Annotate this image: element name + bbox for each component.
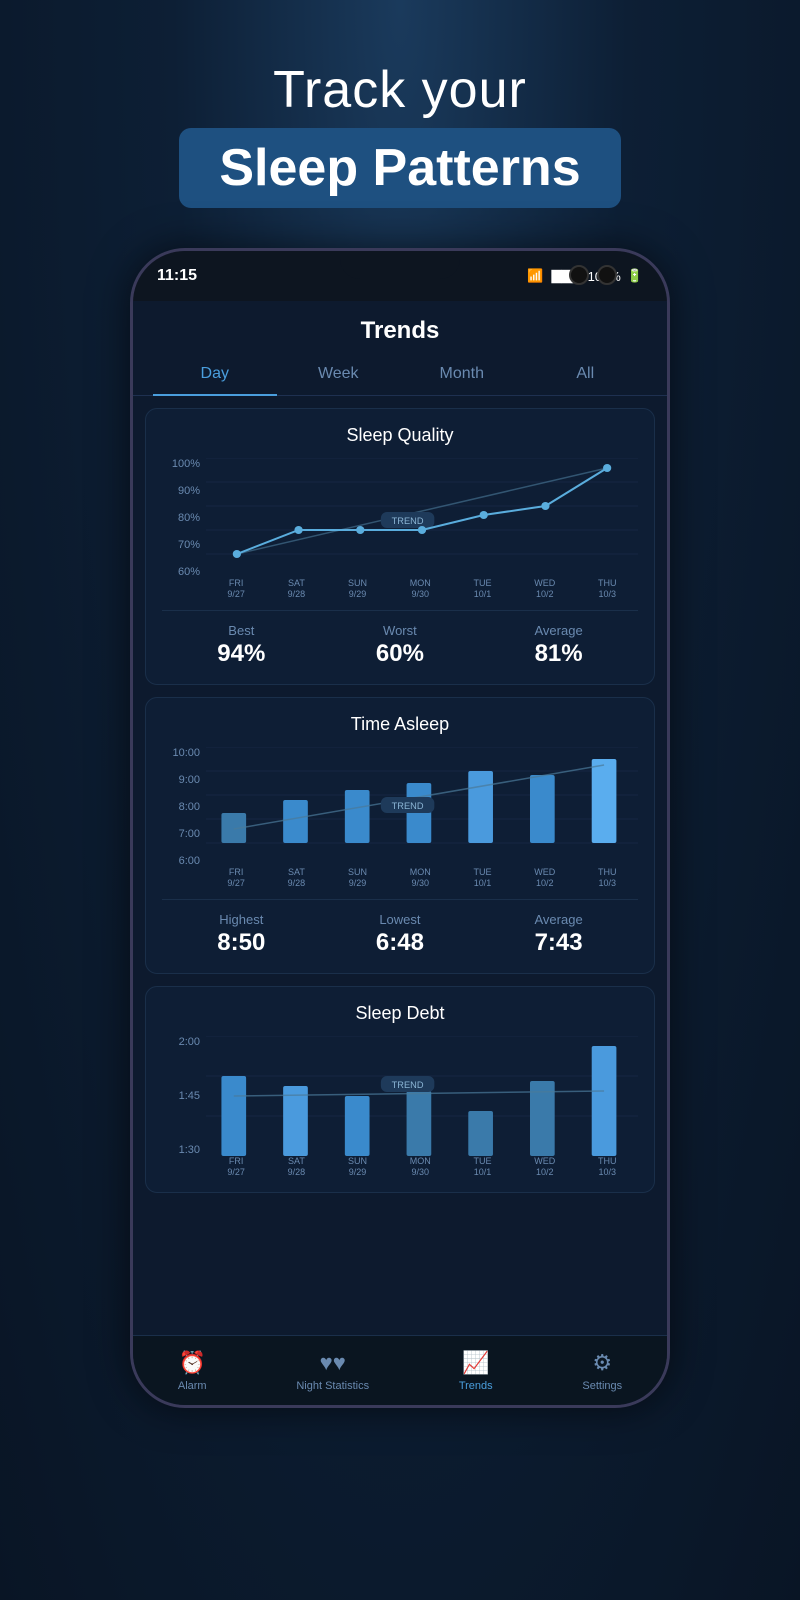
sleep-debt-svg: TREND: [206, 1036, 638, 1156]
hero-line2: Sleep Patterns: [219, 139, 580, 197]
sleep-debt-chart: 2:00 1:45 1:30: [162, 1036, 638, 1176]
stat-best: Best 94%: [217, 623, 265, 668]
time-asleep-x-axis: FRI9/27 SAT9/28 SUN9/29 MON9/30 TUE10/1 …: [206, 867, 638, 887]
sleep-quality-y-axis: 100% 90% 80% 70% 60%: [162, 458, 206, 578]
battery-icon: 🔋: [627, 268, 643, 284]
sleep-quality-chart: 100% 90% 80% 70% 60%: [162, 458, 638, 598]
stat-average-time: Average 7:43: [535, 912, 583, 957]
nav-settings[interactable]: ⚙ Settings: [582, 1350, 622, 1392]
camera-right: [597, 265, 617, 285]
nav-alarm-label: Alarm: [178, 1380, 207, 1392]
time-asleep-chart-area: TREND: [206, 747, 638, 867]
nav-settings-label: Settings: [582, 1380, 622, 1392]
tab-month[interactable]: Month: [400, 353, 524, 395]
tab-all[interactable]: All: [524, 353, 648, 395]
sleep-debt-chart-area: TREND: [206, 1036, 638, 1156]
tabs-bar: Day Week Month All: [133, 353, 667, 396]
svg-text:TREND: TREND: [392, 516, 424, 526]
app-title: Trends: [133, 301, 667, 353]
nav-trends[interactable]: 📈 Trends: [459, 1350, 493, 1392]
alarm-icon: ⏰: [179, 1350, 206, 1376]
settings-icon: ⚙: [592, 1350, 612, 1376]
sleep-debt-title: Sleep Debt: [162, 1003, 638, 1024]
stat-highest: Highest 8:50: [217, 912, 265, 957]
hero-line2-box: Sleep Patterns: [179, 128, 620, 208]
time-asleep-y-axis: 10:00 9:00 8:00 7:00 6:00: [162, 747, 206, 867]
sleep-quality-title: Sleep Quality: [162, 425, 638, 446]
app-content[interactable]: Trends Day Week Month All Sleep Quality …: [133, 301, 667, 1405]
bar-chart-icon: ♥♥: [320, 1350, 346, 1376]
bottom-nav: ⏰ Alarm ♥♥ Night Statistics 📈 Trends ⚙ S…: [133, 1335, 667, 1405]
phone-notch: [340, 251, 460, 279]
sleep-quality-stats: Best 94% Worst 60% Average 81%: [162, 610, 638, 668]
time-asleep-title: Time Asleep: [162, 714, 638, 735]
stat-lowest: Lowest 6:48: [376, 912, 424, 957]
hero-section: Track your Sleep Patterns: [179, 0, 620, 208]
sleep-quality-svg: TREND: [206, 458, 638, 578]
tab-week[interactable]: Week: [277, 353, 401, 395]
camera-left: [569, 265, 589, 285]
sleep-debt-x-axis: FRI9/27 SAT9/28 SUN9/29 MON9/30 TUE10/1 …: [206, 1156, 638, 1176]
nav-night-stats-label: Night Statistics: [296, 1380, 369, 1392]
svg-text:TREND: TREND: [392, 1080, 424, 1090]
stat-worst: Worst 60%: [376, 623, 424, 668]
time-asleep-card: Time Asleep 10:00 9:00 8:00 7:00 6:00: [145, 697, 655, 974]
svg-text:TREND: TREND: [392, 801, 424, 811]
sleep-debt-y-axis: 2:00 1:45 1:30: [162, 1036, 206, 1156]
stat-average: Average 81%: [535, 623, 583, 668]
phone-time: 11:15: [157, 267, 197, 285]
hero-line1: Track your: [179, 60, 620, 120]
wifi-icon: 📶: [527, 268, 543, 284]
tab-day[interactable]: Day: [153, 353, 277, 395]
nav-night-stats[interactable]: ♥♥ Night Statistics: [296, 1350, 369, 1392]
sleep-debt-card: Sleep Debt 2:00 1:45 1:30: [145, 986, 655, 1193]
sleep-quality-chart-area: TREND: [206, 458, 638, 578]
time-asleep-stats: Highest 8:50 Lowest 6:48 Average 7:43: [162, 899, 638, 957]
phone-frame: 11:15 📶 ▇▇▇ 100% 🔋 Trends Day Week Month…: [130, 248, 670, 1408]
sleep-quality-card: Sleep Quality 100% 90% 80% 70% 60%: [145, 408, 655, 685]
nav-alarm[interactable]: ⏰ Alarm: [178, 1350, 207, 1392]
sleep-quality-x-axis: FRI9/27 SAT9/28 SUN9/29 MON9/30 TUE10/1 …: [206, 578, 638, 598]
nav-trends-label: Trends: [459, 1380, 493, 1392]
time-asleep-chart: 10:00 9:00 8:00 7:00 6:00: [162, 747, 638, 887]
trend-icon: 📈: [462, 1350, 489, 1376]
time-asleep-svg: TREND: [206, 747, 638, 867]
